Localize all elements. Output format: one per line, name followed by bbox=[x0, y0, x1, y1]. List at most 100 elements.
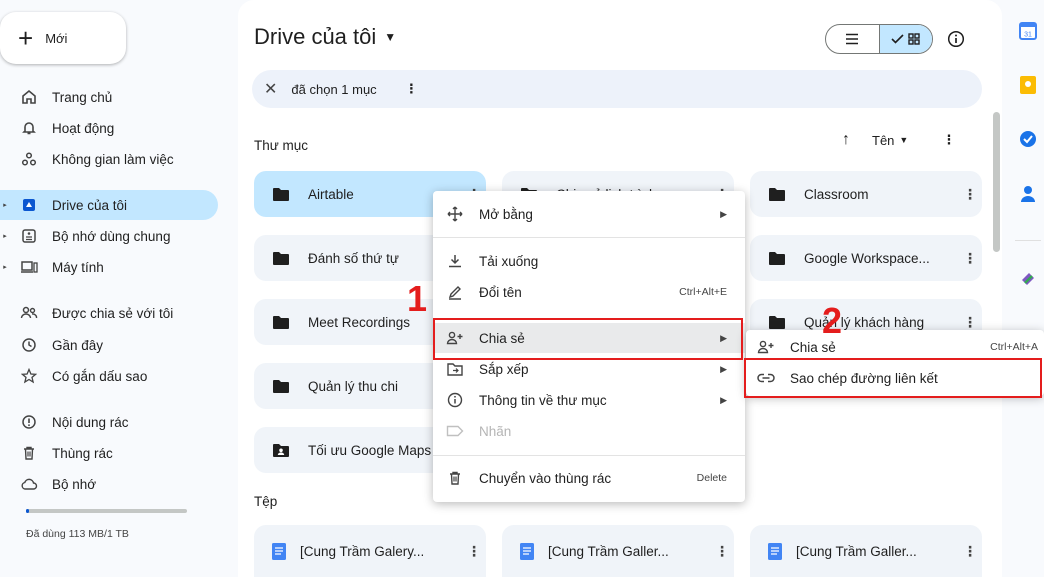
storage-bar bbox=[26, 509, 187, 513]
more-vert-icon[interactable]: ⋮ bbox=[462, 543, 486, 560]
sidebar-item-shared-with-me[interactable]: Được chia sẻ với tôi bbox=[0, 298, 218, 328]
shared-folder-icon bbox=[272, 443, 290, 458]
more-vert-icon[interactable]: ⋮ bbox=[405, 81, 418, 97]
list-icon bbox=[846, 33, 859, 45]
caret-right-icon[interactable]: ▸ bbox=[0, 263, 10, 271]
page-title[interactable]: Drive của tôi ▼ bbox=[254, 24, 396, 50]
sidebar-item-recent[interactable]: Gần đây bbox=[0, 330, 218, 360]
list-view-button[interactable] bbox=[826, 25, 879, 53]
menu-divider bbox=[433, 237, 745, 238]
close-icon[interactable]: ✕ bbox=[264, 79, 277, 99]
storage-bar-fill bbox=[26, 509, 30, 513]
sort-control[interactable]: ↑ Tên ▼ ⋮ bbox=[842, 131, 955, 149]
spam-icon bbox=[18, 413, 40, 431]
person-add-icon bbox=[756, 339, 776, 355]
workspaces-icon bbox=[18, 150, 40, 168]
file-card[interactable]: [Cung Trầm Galler... ⋮ bbox=[750, 525, 982, 577]
sidebar-item-storage[interactable]: Bộ nhớ bbox=[0, 469, 218, 499]
shortcut-text: Ctrl+Alt+A bbox=[990, 341, 1038, 353]
file-name: [Cung Trầm Galery... bbox=[300, 543, 425, 559]
more-vert-icon[interactable]: ⋮ bbox=[958, 250, 982, 267]
highlight-share-item bbox=[433, 318, 743, 360]
info-icon bbox=[947, 30, 965, 48]
sidebar-item-computers[interactable]: ▸ Máy tính bbox=[0, 252, 218, 282]
sidebar-item-workspaces[interactable]: Không gian làm việc bbox=[0, 144, 218, 174]
sidebar-item-label: Bộ nhớ bbox=[52, 476, 97, 492]
home-icon bbox=[18, 88, 40, 106]
new-button-label: Mới bbox=[45, 30, 68, 46]
keep-icon[interactable] bbox=[1017, 74, 1039, 96]
sidebar-item-home[interactable]: Trang chủ bbox=[0, 82, 218, 112]
sort-label[interactable]: Tên bbox=[872, 133, 894, 148]
selection-bar: ✕ đã chọn 1 mục ⋮ bbox=[252, 70, 982, 108]
arrow-up-icon[interactable]: ↑ bbox=[842, 131, 850, 149]
sidebar-item-spam[interactable]: Nội dung rác bbox=[0, 407, 218, 437]
more-vert-icon[interactable]: ⋮ bbox=[942, 132, 955, 148]
menu-item-label: Mở bằng bbox=[479, 206, 533, 222]
selection-count: đã chọn 1 mục bbox=[291, 81, 377, 97]
caret-right-icon[interactable]: ▸ bbox=[0, 232, 10, 240]
menu-item-download[interactable]: Tải xuống bbox=[433, 246, 745, 276]
more-vert-icon[interactable]: ⋮ bbox=[958, 314, 982, 331]
folder-card[interactable]: Classroom ⋮ bbox=[750, 171, 982, 217]
docs-icon bbox=[520, 542, 534, 560]
menu-item-label: Tải xuống bbox=[479, 253, 539, 269]
file-name: [Cung Trầm Galler... bbox=[548, 543, 669, 559]
view-toggle[interactable] bbox=[825, 24, 933, 54]
caret-right-icon[interactable]: ▸ bbox=[0, 201, 10, 209]
file-card[interactable]: [Cung Trầm Galler... ⋮ bbox=[502, 525, 734, 577]
folder-icon bbox=[768, 187, 786, 202]
storage-text: Đã dùng 113 MB/1 TB bbox=[26, 528, 129, 540]
rail-divider bbox=[1015, 240, 1041, 241]
my-drive-icon bbox=[18, 196, 40, 214]
menu-item-open-with[interactable]: Mở bằng ▶ bbox=[433, 199, 745, 229]
trash-icon bbox=[445, 470, 465, 486]
file-name: [Cung Trầm Galler... bbox=[796, 543, 917, 559]
details-button[interactable] bbox=[944, 27, 968, 51]
rename-icon bbox=[445, 284, 465, 300]
step-1-label: 1 bbox=[407, 278, 428, 319]
menu-item-rename[interactable]: Đổi tên Ctrl+Alt+E bbox=[433, 277, 745, 307]
chevron-right-icon: ▶ bbox=[720, 363, 727, 374]
submenu-item-share[interactable]: Chia sẻ Ctrl+Alt+A bbox=[746, 333, 1044, 361]
menu-item-labels: Nhãn bbox=[433, 416, 745, 446]
calendar-icon[interactable]: 31 bbox=[1017, 20, 1039, 42]
highlight-copy-link-item bbox=[744, 358, 1042, 398]
sidebar-item-label: Thùng rác bbox=[52, 445, 113, 461]
sidebar-item-label: Bộ nhớ dùng chung bbox=[52, 228, 171, 244]
folder-icon bbox=[272, 251, 290, 266]
menu-item-label: Sắp xếp bbox=[479, 361, 529, 377]
more-vert-icon[interactable]: ⋮ bbox=[710, 543, 734, 560]
folder-card[interactable]: Google Workspace... ⋮ bbox=[750, 235, 982, 281]
folder-icon bbox=[272, 315, 290, 330]
grid-view-button[interactable] bbox=[878, 25, 932, 53]
sidebar-item-shared-drives[interactable]: ▸ Bộ nhớ dùng chung bbox=[0, 221, 218, 251]
menu-item-move-to-trash[interactable]: Chuyển vào thùng rác Delete bbox=[433, 463, 745, 493]
submenu-item-label: Chia sẻ bbox=[790, 339, 836, 355]
caret-down-icon: ▼ bbox=[899, 135, 909, 145]
shared-drives-icon bbox=[18, 227, 40, 245]
folders-section-label: Thư mục bbox=[254, 138, 309, 153]
new-button[interactable]: + Mới bbox=[0, 12, 126, 64]
sidebar-item-my-drive[interactable]: ▸ Drive của tôi bbox=[0, 190, 218, 220]
more-vert-icon[interactable]: ⋮ bbox=[958, 543, 982, 560]
contacts-icon[interactable] bbox=[1017, 183, 1039, 205]
addon-icon[interactable] bbox=[1017, 268, 1039, 290]
sidebar-item-label: Máy tính bbox=[52, 259, 104, 275]
sidebar-item-trash[interactable]: Thùng rác bbox=[0, 438, 218, 468]
shortcut-text: Ctrl+Alt+E bbox=[679, 286, 727, 298]
more-vert-icon[interactable]: ⋮ bbox=[958, 186, 982, 203]
clock-icon bbox=[18, 336, 40, 354]
sidebar-item-activity[interactable]: Hoạt động bbox=[0, 113, 218, 143]
svg-text:31: 31 bbox=[1024, 32, 1032, 39]
sidebar-item-label: Có gắn dấu sao bbox=[52, 368, 148, 384]
scrollbar-thumb[interactable] bbox=[993, 112, 1000, 252]
shortcut-text: Delete bbox=[696, 472, 727, 484]
file-card[interactable]: [Cung Trầm Galery... ⋮ bbox=[254, 525, 486, 577]
menu-item-folder-info[interactable]: Thông tin về thư mục ▶ bbox=[433, 385, 745, 415]
menu-item-label: Chuyển vào thùng rác bbox=[479, 470, 612, 486]
tasks-icon[interactable] bbox=[1017, 128, 1039, 150]
sidebar-item-starred[interactable]: Có gắn dấu sao bbox=[0, 361, 218, 391]
sidebar-item-label: Không gian làm việc bbox=[52, 151, 174, 167]
plus-icon: + bbox=[18, 23, 34, 53]
